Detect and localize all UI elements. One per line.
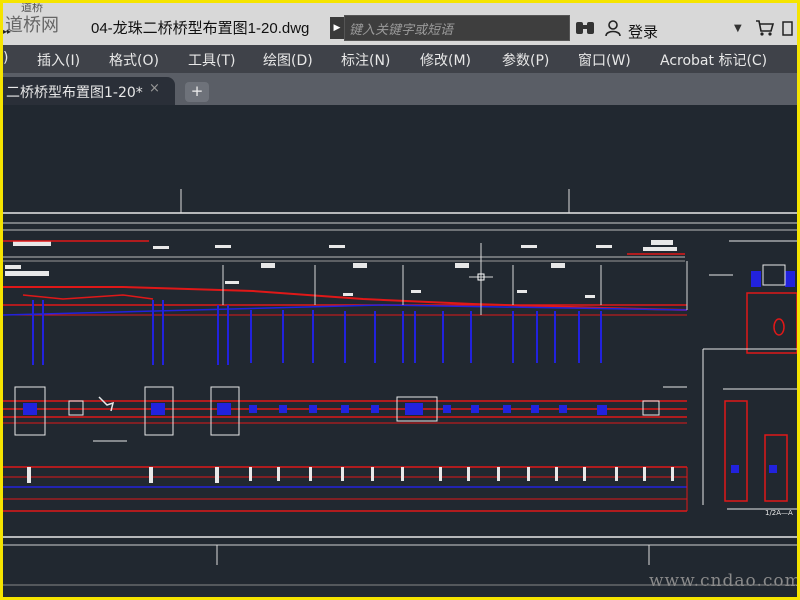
overflow-icon[interactable] xyxy=(782,17,797,41)
menu-item-parametric[interactable]: 参数(P) xyxy=(502,50,549,70)
cart-icon[interactable] xyxy=(755,19,775,41)
menu-item-acrobat[interactable]: Acrobat 标记(C) xyxy=(660,50,767,70)
menu-item-dimension[interactable]: 标注(N) xyxy=(341,50,390,70)
app-window: 道桥 道桥网 ▸▸ 04-龙珠二桥桥型布置图1-20.dwg ▶ 键入关键字或短… xyxy=(3,3,797,597)
file-title: 04-龙珠二桥桥型布置图1-20.dwg xyxy=(91,20,310,37)
menu-item-draw[interactable]: 绘图(D) xyxy=(263,50,313,70)
menu-item-window[interactable]: 窗口(W) xyxy=(578,50,631,70)
nav-arrows-icon[interactable]: ▸▸ xyxy=(3,27,11,36)
watermark: www.cndao.com xyxy=(649,571,797,591)
tab-drawing[interactable]: 二桥桥型布置图1-20* × xyxy=(3,77,175,105)
logo-text: 道桥网 xyxy=(5,15,59,36)
search-input[interactable]: 键入关键字或短语 xyxy=(344,15,570,41)
document-tab-bar: 二桥桥型布置图1-20* × + xyxy=(3,73,797,105)
user-icon[interactable] xyxy=(604,19,622,37)
menu-item-modify[interactable]: 修改(M) xyxy=(420,50,471,70)
menu-item-format[interactable]: 格式(O) xyxy=(109,50,159,70)
chevron-down-icon[interactable]: ▼ xyxy=(734,23,742,34)
menu-bar: ) 插入(I) 格式(O) 工具(T) 绘图(D) 标注(N) 修改(M) 参数… xyxy=(3,45,797,73)
menu-item-view[interactable]: ) xyxy=(3,50,8,66)
section-label: 1/2A—A xyxy=(765,509,793,517)
close-icon[interactable]: × xyxy=(149,81,160,96)
menu-item-insert[interactable]: 插入(I) xyxy=(37,50,80,70)
title-bar: 道桥 道桥网 ▸▸ 04-龙珠二桥桥型布置图1-20.dwg ▶ 键入关键字或短… xyxy=(3,3,797,45)
drawing-canvas[interactable]: 1/2A—A www.cndao.com xyxy=(3,105,797,597)
cad-drawing: 1/2A—A xyxy=(3,189,797,586)
tab-label: 二桥桥型布置图1-20* xyxy=(6,85,143,101)
play-right-icon[interactable]: ▶ xyxy=(330,17,344,39)
binoculars-icon[interactable] xyxy=(575,20,595,40)
new-tab-button[interactable]: + xyxy=(185,82,209,102)
menu-item-tools[interactable]: 工具(T) xyxy=(188,50,235,70)
app-logo[interactable]: 道桥 道桥网 ▸▸ xyxy=(3,3,81,45)
login-button[interactable]: 登录 xyxy=(628,21,658,42)
